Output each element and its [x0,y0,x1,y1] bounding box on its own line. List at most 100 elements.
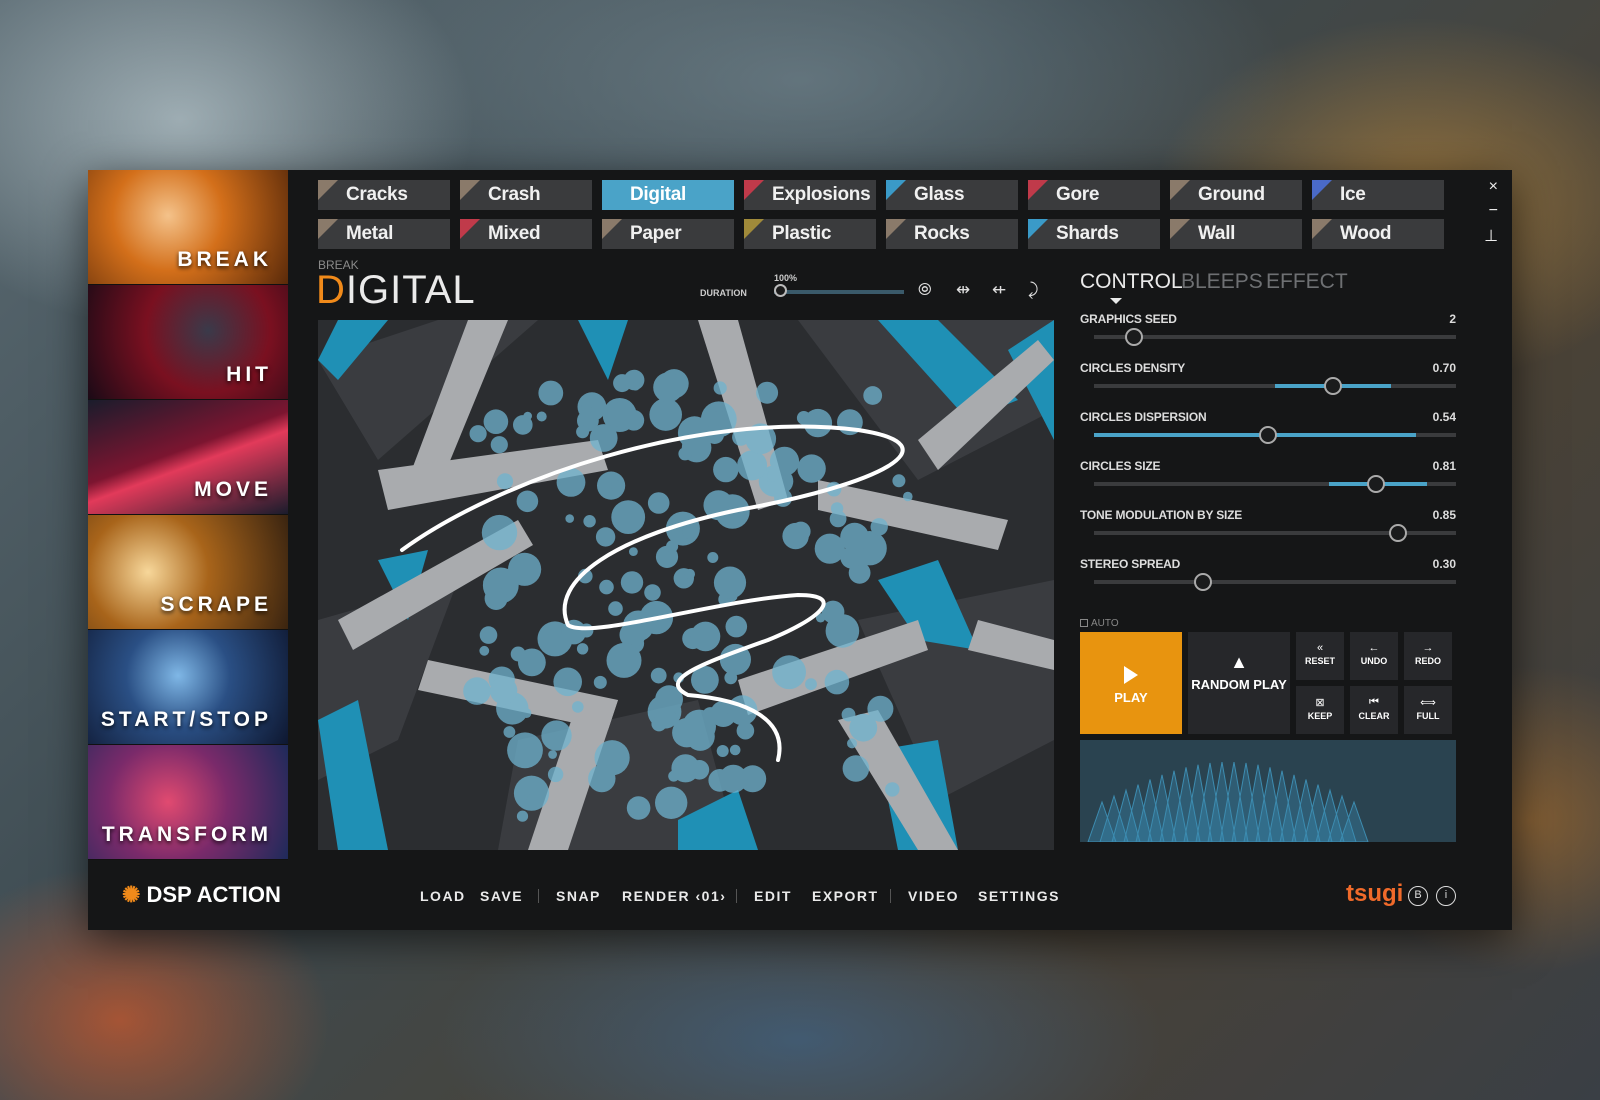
tag-ground[interactable]: Ground [1170,180,1302,210]
menu-snap[interactable]: SNAP [556,888,601,904]
tag-ice[interactable]: Ice [1312,180,1444,210]
tag-crash[interactable]: Crash [460,180,592,210]
tag-digital[interactable]: Digital [602,180,734,210]
bubble [629,547,638,556]
reset-button[interactable]: « RESET [1296,632,1344,680]
visualization-canvas[interactable] [318,320,1054,850]
tab-bleeps[interactable]: BLEEPS [1181,270,1263,294]
clear-icon: ⏮ [1369,696,1379,708]
tag-label: Gore [1056,184,1100,205]
play-button[interactable]: PLAY [1080,632,1182,734]
button-label: CLEAR [1358,711,1390,721]
undo-button[interactable]: ← UNDO [1350,632,1398,680]
slider-stereo-spread[interactable]: STEREO SPREAD 0.30 [1080,557,1456,603]
tag-label: Ground [1198,184,1265,205]
bubble [593,675,607,689]
slider-knob[interactable] [1258,426,1277,444]
bubble [903,491,913,502]
slider-graphics-seed[interactable]: GRAPHICS SEED 2 [1080,312,1456,358]
pin-icon[interactable]: ⊥ [1484,226,1498,246]
tab-effect[interactable]: EFFECT [1266,270,1348,294]
slider-knob[interactable] [1193,573,1212,591]
tag-paper[interactable]: Paper [602,219,734,249]
bubble [516,810,529,822]
tag-wall[interactable]: Wall [1170,219,1302,249]
menu-video[interactable]: VIDEO [908,888,959,904]
slider-circles-size[interactable]: CIRCLES SIZE 0.81 [1080,459,1456,505]
tag-explosions[interactable]: Explosions [744,180,876,210]
bubble [842,755,870,782]
random-play-button[interactable]: ▲ RANDOM PLAY [1188,632,1290,734]
slider-knob[interactable] [1367,475,1386,493]
slider-tone-modulation-by-size[interactable]: TONE MODULATION BY SIZE 0.85 [1080,508,1456,554]
bubble [479,626,498,644]
tag-gore[interactable]: Gore [1028,180,1160,210]
bubble [644,584,661,601]
slider-circles-dispersion[interactable]: CIRCLES DISPERSION 0.54 [1080,410,1456,456]
tag-metal[interactable]: Metal [318,219,450,249]
tag-rocks[interactable]: Rocks [886,219,1018,249]
menu-export[interactable]: EXPORT [812,888,879,904]
menu-save[interactable]: SAVE [480,888,523,904]
menu-load[interactable]: LOAD [420,888,466,904]
tab-control[interactable]: CONTROL [1080,270,1183,294]
slider-track[interactable] [1094,580,1456,584]
keep-button[interactable]: ⊠ KEEP [1296,686,1344,734]
duration-slider-knob[interactable] [774,284,787,297]
bottom-bar: ✺ DSP ACTION LOAD SAVE SNAP RENDER ‹01› E… [88,860,1512,930]
bubble [503,726,516,738]
category-label: START/STOP [100,708,272,731]
slider-knob[interactable] [1124,328,1143,346]
tag-shards[interactable]: Shards [1028,219,1160,249]
menu-separator [736,889,737,903]
slider-name: GRAPHICS SEED [1080,312,1177,326]
slider-knob[interactable] [1323,377,1342,395]
slider-circles-density[interactable]: CIRCLES DENSITY 0.70 [1080,361,1456,407]
tag-plastic[interactable]: Plastic [744,219,876,249]
close-icon[interactable]: × [1489,178,1498,196]
category-start-stop[interactable]: START/STOP [88,630,288,745]
auto-toggle[interactable]: AUTO [1080,618,1119,629]
redo-button[interactable]: → REDO [1404,632,1452,680]
digital-visual [318,320,1054,850]
waveform-display [1080,740,1456,842]
auto-checkbox[interactable] [1080,619,1088,627]
tag-label: Explosions [772,184,871,205]
category-hit[interactable]: HIT [88,285,288,400]
slider-knob[interactable] [1389,524,1408,542]
reverse-icon[interactable]: ⇷ [992,280,1006,300]
tag-wood[interactable]: Wood [1312,219,1444,249]
play-icon [1124,666,1138,684]
slider-track[interactable] [1094,335,1456,339]
tag-color-marker [460,180,480,200]
info-icon[interactable]: i [1436,886,1456,906]
button-label: REDO [1414,656,1441,666]
bubble [840,546,863,569]
category-scrape[interactable]: SCRAPE [88,515,288,630]
help-icon[interactable]: B [1408,886,1428,906]
menu-render[interactable]: RENDER ‹01› [622,888,726,904]
tag-cracks[interactable]: Cracks [318,180,450,210]
clear-button[interactable]: ⏮ CLEAR [1350,686,1398,734]
menu-edit[interactable]: EDIT [754,888,792,904]
category-move[interactable]: MOVE [88,400,288,515]
bubble [672,718,702,748]
minimize-icon[interactable]: − [1489,202,1498,220]
loop-icon[interactable]: ⦾ [918,280,932,300]
category-break[interactable]: BREAK [88,170,288,285]
menu-settings[interactable]: SETTINGS [978,888,1060,904]
bubble [707,552,719,563]
tag-mixed[interactable]: Mixed [460,219,592,249]
expand-icon[interactable]: ⇹ [956,280,970,300]
bubble [729,744,741,756]
full-button[interactable]: ⟺ FULL [1404,686,1452,734]
bubble [655,786,688,819]
tag-glass[interactable]: Glass [886,180,1018,210]
duration-slider-track[interactable] [774,290,904,294]
curve-icon[interactable]: ⤸ [1028,280,1038,300]
slider-value: 0.70 [1432,361,1456,375]
bubble [701,707,720,725]
bubble [576,425,590,439]
category-transform[interactable]: TRANSFORM [88,745,288,860]
bubble [653,372,684,403]
